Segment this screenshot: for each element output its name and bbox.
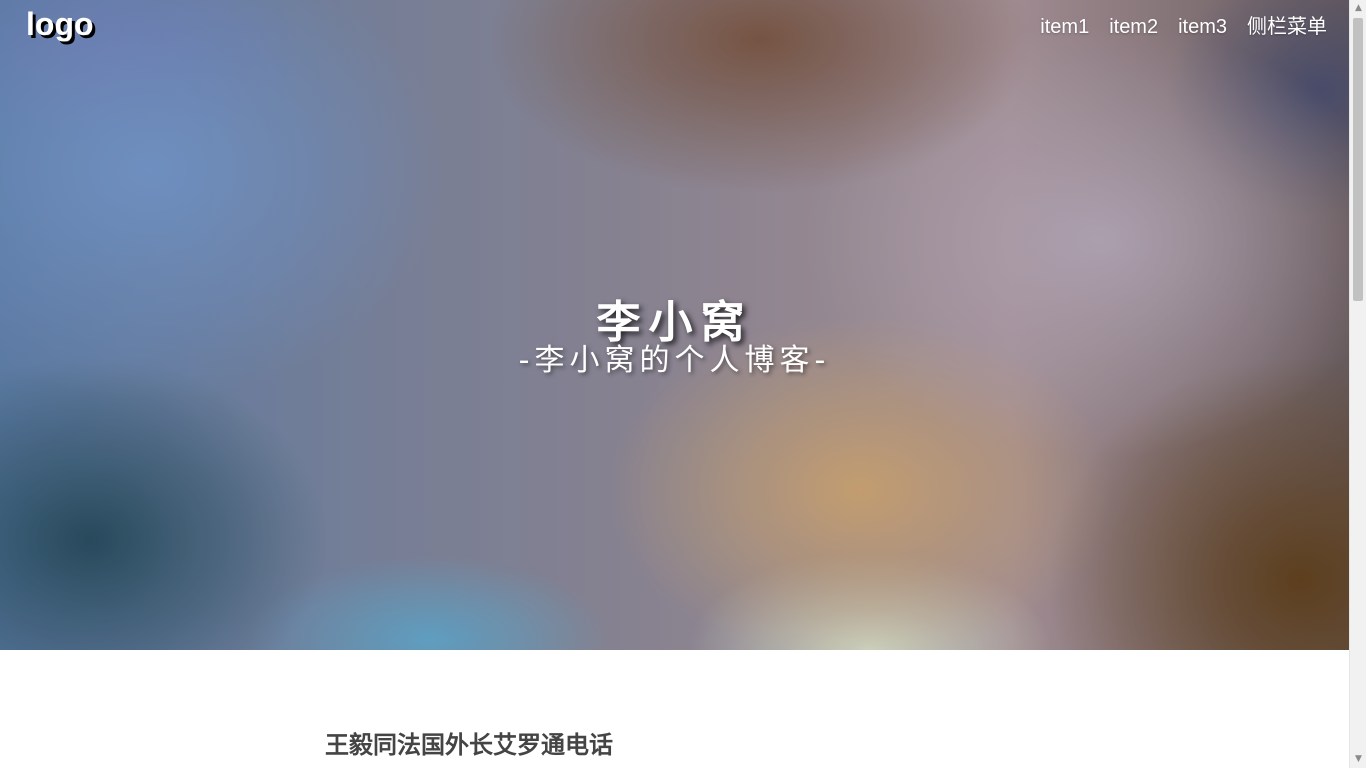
scroll-up-arrow-icon[interactable]: ▲	[1350, 0, 1366, 17]
scroll-down-arrow-icon[interactable]: ▼	[1350, 751, 1366, 768]
site-logo[interactable]: logo	[26, 4, 94, 44]
article-list	[0, 650, 1349, 768]
nav-item-sidebar-menu[interactable]: 侧栏菜单	[1247, 13, 1327, 41]
main-nav: item1 item2 item3 侧栏菜单	[1040, 13, 1327, 41]
page-scrollbar[interactable]: ▲ ▼	[1349, 0, 1366, 768]
blog-page: logo item1 item2 item3 侧栏菜单 李小窝 -李小窝的个人博…	[0, 0, 1366, 768]
hero-subtitle: -李小窝的个人博客-	[518, 343, 831, 378]
article-title-link[interactable]: 王毅同法国外长艾罗通电话	[325, 727, 613, 763]
nav-item-item1[interactable]: item1	[1040, 13, 1089, 41]
nav-item-item2[interactable]: item2	[1109, 13, 1158, 41]
scrollbar-thumb[interactable]	[1353, 18, 1363, 301]
top-navigation-bar: logo item1 item2 item3 侧栏菜单	[0, 0, 1349, 54]
nav-item-item3[interactable]: item3	[1178, 13, 1227, 41]
